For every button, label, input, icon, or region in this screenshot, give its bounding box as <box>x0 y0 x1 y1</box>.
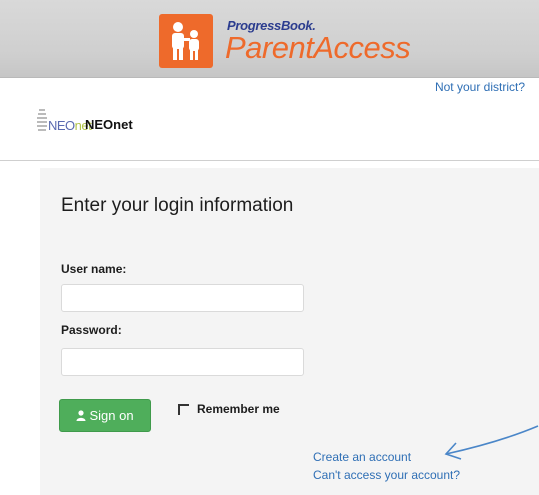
district-logo-text-a: NEO <box>48 118 75 133</box>
username-label: User name: <box>61 262 127 276</box>
district-name: NEOnet <box>85 117 133 132</box>
parent-child-icon <box>159 14 213 68</box>
district-logo-mark-icon <box>37 109 47 131</box>
sign-on-label: Sign on <box>89 408 134 423</box>
create-account-link[interactable]: Create an account <box>313 450 411 464</box>
header-divider <box>0 160 539 161</box>
cant-access-account-link[interactable]: Can't access your account? <box>313 468 460 482</box>
user-icon <box>76 410 86 421</box>
app-name: ParentAccess <box>225 30 411 65</box>
remember-me-checkbox[interactable] <box>178 403 189 415</box>
sign-on-button[interactable]: Sign on <box>59 399 151 432</box>
annotation-arrow-icon <box>444 425 539 460</box>
username-input[interactable] <box>61 284 304 312</box>
not-your-district-link[interactable]: Not your district? <box>435 80 525 94</box>
password-input[interactable] <box>61 348 304 376</box>
remember-me[interactable]: Remember me <box>178 402 280 416</box>
password-label: Password: <box>61 323 122 337</box>
login-title: Enter your login information <box>61 195 294 216</box>
header-banner: ProgressBook. ParentAccess <box>0 0 539 78</box>
remember-me-label: Remember me <box>197 402 280 416</box>
login-page: ProgressBook. ParentAccess Not your dist… <box>0 0 539 495</box>
